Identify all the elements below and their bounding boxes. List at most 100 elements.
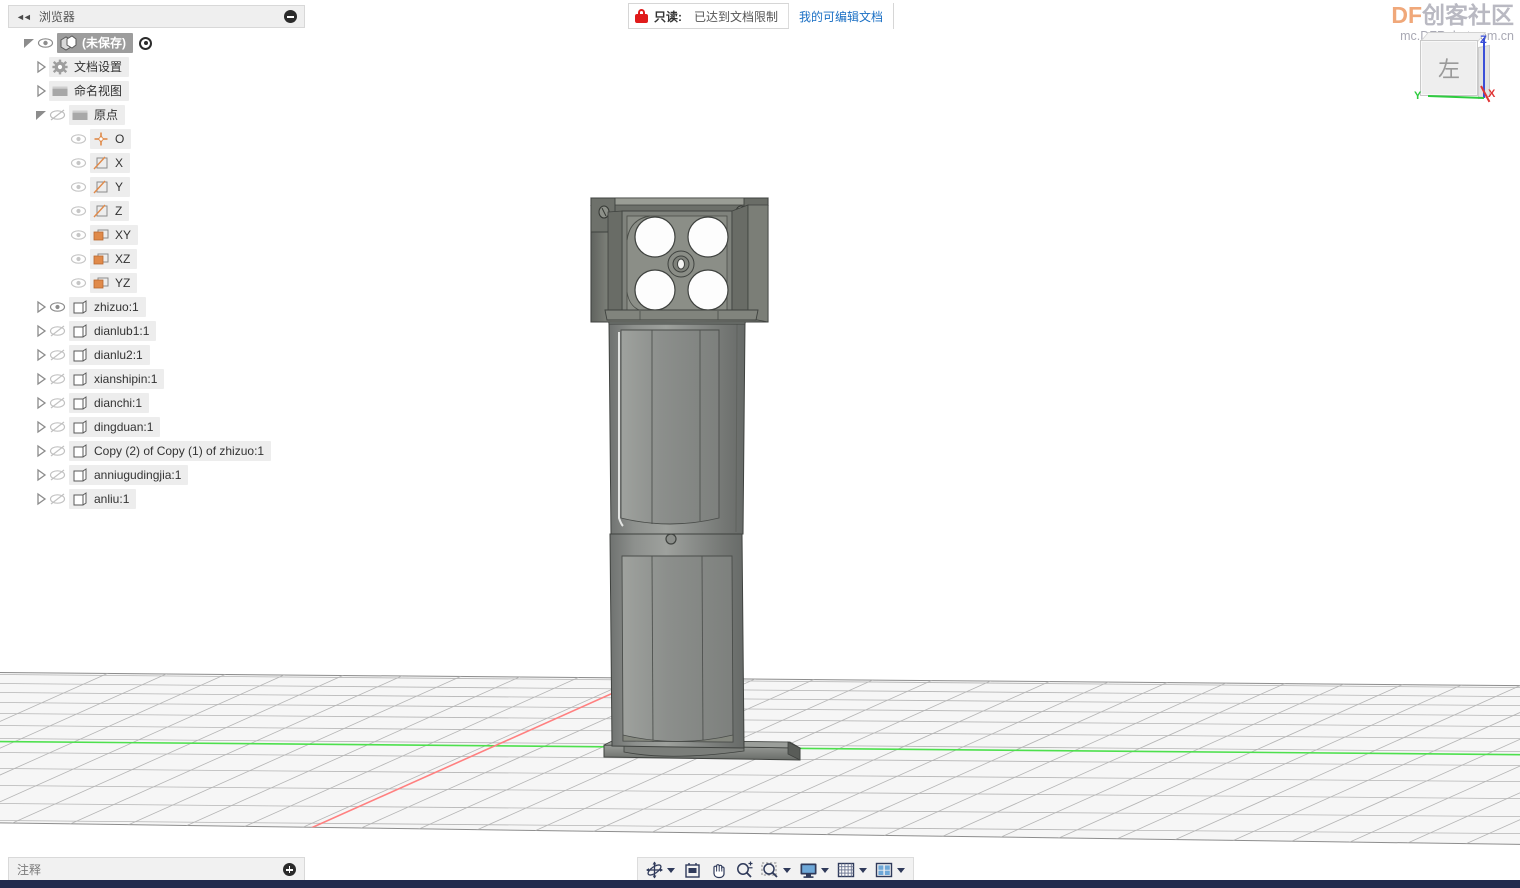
expand-toggle-component[interactable] (34, 348, 48, 362)
grid-snaps-button[interactable] (834, 858, 871, 882)
expand-toggle-component[interactable] (34, 324, 48, 338)
expand-toggle-component[interactable] (34, 492, 48, 506)
tree-row-origin[interactable]: 原点 (8, 103, 305, 127)
expand-toggle-component[interactable] (34, 420, 48, 434)
plane-xz-chip[interactable]: XZ (90, 249, 138, 269)
visibility-eye-y[interactable] (70, 180, 87, 194)
visibility-eye-off[interactable] (49, 396, 66, 410)
chevron-down-icon[interactable] (897, 867, 905, 873)
visibility-eye-on[interactable] (49, 300, 66, 314)
component-chip[interactable]: xianshipin:1 (69, 369, 165, 389)
tree-row-component[interactable]: Copy (2) of Copy (1) of zhizuo:1 (8, 439, 305, 463)
view-cube-front-face[interactable]: 左 (1420, 40, 1478, 96)
tree-row-component[interactable]: anniugudingjia:1 (8, 463, 305, 487)
visibility-eye-off[interactable] (49, 372, 66, 386)
component-chip[interactable]: dianchi:1 (69, 393, 150, 413)
component-chip[interactable]: Copy (2) of Copy (1) of zhizuo:1 (69, 441, 272, 461)
component-label: Copy (2) of Copy (1) of zhizuo:1 (94, 444, 265, 458)
plane-yz-chip[interactable]: YZ (90, 273, 138, 293)
tree-row-component[interactable]: dingduan:1 (8, 415, 305, 439)
visibility-eye-off[interactable] (49, 444, 66, 458)
visibility-eye-origin[interactable] (49, 108, 66, 122)
tree-row-component[interactable]: dianlu2:1 (8, 343, 305, 367)
visibility-eye-z[interactable] (70, 204, 87, 218)
tree-row-axis-x[interactable]: X (8, 151, 305, 175)
activate-component-radio[interactable] (139, 36, 152, 50)
expand-toggle-component[interactable] (34, 444, 48, 458)
tree-row-root[interactable]: (未保存) (8, 31, 305, 55)
component-chip[interactable]: dingduan:1 (69, 417, 161, 437)
axis-x-chip[interactable]: X (90, 153, 131, 173)
gear-icon (51, 59, 69, 75)
view-cube[interactable]: 左 X Y Z (1404, 32, 1514, 110)
tree-row-component[interactable]: dianlub1:1 (8, 319, 305, 343)
visibility-eye-off[interactable] (49, 348, 66, 362)
origin-chip[interactable]: 原点 (69, 105, 126, 125)
plus-icon[interactable] (283, 863, 296, 876)
visibility-eye-xy[interactable] (70, 228, 87, 242)
tree-row-origin-point-o[interactable]: O (8, 127, 305, 151)
axis-y-chip[interactable]: Y (90, 177, 131, 197)
visibility-eye-xz[interactable] (70, 252, 87, 266)
root-node-label: (未保存) (82, 36, 126, 50)
chevron-down-icon[interactable] (859, 867, 867, 873)
orbit-button[interactable] (642, 858, 679, 882)
tree-row-component[interactable]: zhizuo:1 (8, 295, 305, 319)
expand-toggle-component[interactable] (34, 396, 48, 410)
document-settings-chip[interactable]: 文档设置 (49, 57, 130, 77)
visibility-eye-x[interactable] (70, 156, 87, 170)
tree-row-document-settings[interactable]: 文档设置 (8, 55, 305, 79)
named-views-chip[interactable]: 命名视图 (49, 81, 130, 101)
expand-toggle-component[interactable] (34, 300, 48, 314)
origin-point-chip[interactable]: O (90, 129, 132, 149)
component-chip[interactable]: anniugudingjia:1 (69, 465, 189, 485)
chevron-down-icon[interactable] (821, 867, 829, 873)
collapse-panel-icon[interactable]: ◄◄ (16, 12, 32, 22)
tree-row-component[interactable]: xianshipin:1 (8, 367, 305, 391)
axis-z-chip[interactable]: Z (90, 201, 130, 221)
my-editable-docs-link[interactable]: 我的可编辑文档 (789, 3, 894, 29)
expand-toggle-component[interactable] (34, 468, 48, 482)
tree-row-named-views[interactable]: 命名视图 (8, 79, 305, 103)
zoom-button[interactable] (732, 858, 757, 882)
expand-toggle-document-settings[interactable] (34, 60, 48, 74)
comments-title: 注释 (17, 863, 42, 877)
visibility-eye-off[interactable] (49, 420, 66, 434)
component-chip[interactable]: dianlub1:1 (69, 321, 157, 341)
display-settings-button[interactable] (796, 858, 833, 882)
component-chip[interactable]: anliu:1 (69, 489, 137, 509)
visibility-eye-yz[interactable] (70, 276, 87, 290)
visibility-eye-off[interactable] (49, 492, 66, 506)
axis-y-label: Y (1414, 90, 1422, 102)
viewports-button[interactable] (872, 858, 909, 882)
visibility-eye-o[interactable] (70, 132, 87, 146)
root-node-chip[interactable]: (未保存) (57, 33, 133, 53)
tree-row-component[interactable]: dianchi:1 (8, 391, 305, 415)
component-label: anliu:1 (94, 492, 130, 506)
expand-toggle-origin[interactable] (34, 108, 48, 122)
expand-toggle-root[interactable] (22, 36, 36, 50)
lock-icon (635, 9, 648, 23)
chevron-down-icon[interactable] (783, 867, 791, 873)
expand-toggle-component[interactable] (34, 372, 48, 386)
plane-yz-label: YZ (115, 276, 131, 290)
chevron-down-icon[interactable] (667, 867, 675, 873)
tree-row-plane-xz[interactable]: XZ (8, 247, 305, 271)
tree-row-plane-yz[interactable]: YZ (8, 271, 305, 295)
tree-row-component[interactable]: anliu:1 (8, 487, 305, 511)
expand-toggle-named-views[interactable] (34, 84, 48, 98)
browser-tree: (未保存) 文档设置 命名视图 原点 O X Y Z XY XZ YZ zhiz… (8, 28, 305, 511)
zoom-window-button[interactable] (758, 858, 795, 882)
minus-icon[interactable] (284, 10, 297, 23)
visibility-eye-off[interactable] (49, 324, 66, 338)
tree-row-plane-xy[interactable]: XY (8, 223, 305, 247)
visibility-eye-root[interactable] (37, 36, 54, 50)
plane-xy-chip[interactable]: XY (90, 225, 139, 245)
component-chip[interactable]: dianlu2:1 (69, 345, 150, 365)
tree-row-axis-y[interactable]: Y (8, 175, 305, 199)
look-at-button[interactable] (680, 858, 705, 882)
component-chip[interactable]: zhizuo:1 (69, 297, 146, 317)
tree-row-axis-z[interactable]: Z (8, 199, 305, 223)
visibility-eye-off[interactable] (49, 468, 66, 482)
pan-button[interactable] (706, 858, 731, 882)
